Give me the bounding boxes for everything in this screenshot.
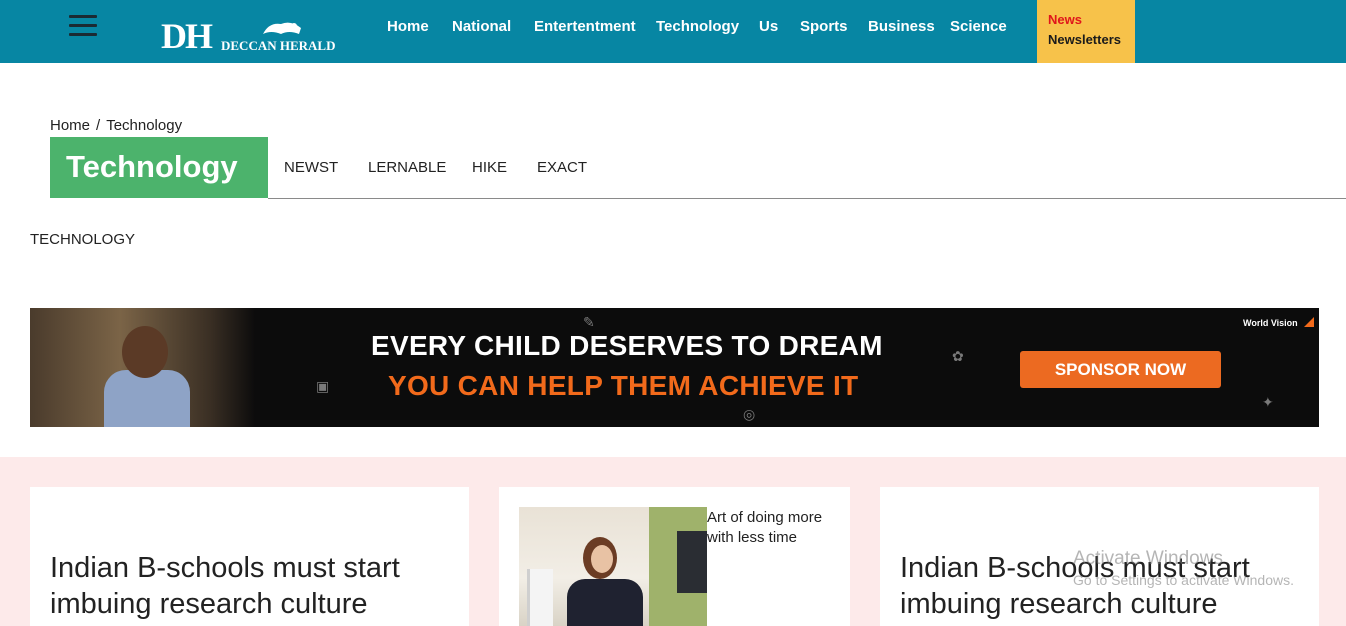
tab-hike[interactable]: HIKE [472, 159, 507, 176]
newsletter-label: Newsletters [1048, 32, 1121, 47]
article-snippet[interactable]: Art of doing more with less time [707, 508, 835, 547]
article-card[interactable]: Art of doing more with less time [499, 487, 850, 626]
syringe-icon: ✎ [583, 314, 595, 330]
ad-photo [30, 308, 255, 427]
sponsor-button[interactable]: SPONSOR NOW [1020, 351, 1221, 388]
breadcrumb-home[interactable]: Home [50, 117, 90, 134]
breadcrumb-separator: / [96, 117, 101, 134]
breadcrumb-current: Technology [106, 117, 183, 134]
camera-icon: ◎ [743, 406, 756, 422]
world-vision-icon [1304, 317, 1314, 327]
nav-entertainment[interactable]: Entertentment [534, 18, 636, 35]
nav-sports[interactable]: Sports [800, 18, 848, 35]
ad-child-head [122, 326, 168, 378]
ad-brand: World Vision [1243, 318, 1298, 328]
tiger-icon [263, 22, 301, 34]
candy-icon: ✦ [1262, 394, 1274, 410]
thumb-monitor [677, 531, 707, 593]
nav-business[interactable]: Business [868, 18, 935, 35]
site-logo[interactable]: DH DECCAN HERALD [161, 16, 341, 56]
nav-home[interactable]: Home [387, 18, 429, 35]
article-thumbnail[interactable] [519, 507, 707, 626]
flower-icon: ✿ [952, 348, 964, 364]
ad-child-body [104, 370, 190, 427]
menu-icon[interactable] [69, 15, 97, 37]
activation-watermark-title: Activate Windows [1073, 548, 1223, 569]
logo-name: DECCAN HERALD [221, 38, 336, 53]
thumb-face [591, 545, 613, 573]
nav-technology[interactable]: Technology [656, 18, 739, 35]
logo-mark: DH [161, 16, 213, 56]
tab-newst[interactable]: NEWST [284, 159, 338, 176]
section-divider [268, 198, 1346, 199]
nav-us[interactable]: Us [759, 18, 778, 35]
tab-lernable[interactable]: LERNABLE [368, 159, 446, 176]
tab-exact[interactable]: EXACT [537, 159, 587, 176]
thumb-body [567, 579, 643, 626]
nav-science[interactable]: Science [950, 18, 1007, 35]
article-title[interactable]: Indian B-schools must start imbuing rese… [50, 550, 440, 622]
ad-headline: EVERY CHILD DESERVES TO DREAM [371, 330, 883, 361]
site-header: DH DECCAN HERALD Home National Entertent… [0, 0, 1346, 63]
breadcrumb: Home / Technology [50, 117, 182, 134]
activation-watermark-text: Go to Settings to activate Windows. [1073, 572, 1294, 588]
article-feed: Indian B-schools must start imbuing rese… [0, 457, 1346, 626]
ad-subheadline: YOU CAN HELP THEM ACHIEVE IT [388, 370, 859, 401]
section-title-block: Technology [50, 137, 268, 198]
newsletter-button[interactable]: News Newsletters [1037, 0, 1135, 63]
section-title: Technology [66, 149, 238, 184]
newsletter-label-news: News [1048, 12, 1082, 27]
ad-banner[interactable]: ✎ ▣ ✿ ◎ ✦ EVERY CHILD DESERVES TO DREAM … [30, 308, 1319, 427]
nav-national[interactable]: National [452, 18, 511, 35]
article-card[interactable]: Indian B-schools must start imbuing rese… [30, 487, 469, 626]
book-icon: ▣ [316, 378, 330, 394]
thumb-shelf [527, 569, 553, 626]
section-label: TECHNOLOGY [30, 231, 136, 248]
